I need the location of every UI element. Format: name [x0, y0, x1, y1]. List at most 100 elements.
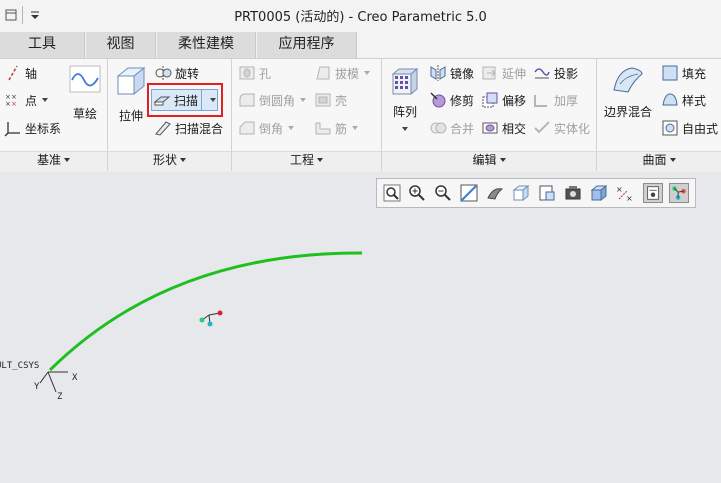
revolve-label: 旋转 [175, 66, 200, 81]
display-style-icon[interactable] [485, 183, 505, 203]
point-button[interactable]: × × × × 点 [4, 89, 49, 111]
axis-button[interactable]: 轴 [4, 62, 37, 84]
freestyle-button[interactable]: 自由式 [661, 117, 718, 139]
datum-group-label[interactable]: 基准 [0, 151, 107, 169]
graphics-area[interactable] [0, 210, 721, 483]
offset-button[interactable]: 偏移 [481, 89, 526, 111]
round-label: 倒圆角 [259, 93, 296, 108]
refit-icon[interactable] [382, 183, 402, 203]
pattern-button[interactable]: 阵列 [386, 66, 424, 134]
draft-button[interactable]: 拔模 [314, 62, 371, 84]
graphics-toolbar: × × [376, 178, 696, 208]
thicken-label: 加厚 [554, 93, 579, 108]
editing-group-label[interactable]: 编辑 [382, 151, 596, 169]
solidify-label: 实体化 [554, 121, 591, 136]
view-manager-icon[interactable] [537, 183, 557, 203]
ribbon-tabs: 工具 视图 柔性建模 应用程序 [0, 30, 721, 58]
svg-text:×: × [616, 185, 623, 194]
fill-button[interactable]: 填充 [661, 62, 706, 84]
section-view-icon[interactable] [589, 183, 609, 203]
solidify-icon [534, 121, 550, 134]
trim-icon [430, 92, 446, 108]
svg-text:×: × [11, 100, 17, 108]
mirror-label: 镜像 [450, 66, 475, 81]
pattern-icon [391, 67, 419, 96]
draft-icon [316, 66, 330, 80]
pattern-label: 阵列 [392, 105, 417, 119]
chevron-down-icon[interactable] [300, 98, 307, 102]
thicken-icon [534, 95, 547, 107]
point-label: 点 [25, 93, 38, 108]
style-label: 样式 [682, 93, 707, 108]
engineering-group-label[interactable]: 工程 [232, 151, 381, 169]
csys-z-label: Z [57, 392, 63, 402]
hole-button[interactable]: 孔 [238, 62, 271, 84]
zoom-out-icon[interactable] [433, 183, 453, 203]
chevron-down-icon[interactable] [364, 71, 371, 75]
spin-center-icon[interactable] [669, 183, 689, 203]
round-icon [239, 93, 255, 107]
coordinate-system-label: 坐标系 [25, 121, 62, 136]
rib-button[interactable]: 筋 [314, 117, 359, 139]
datum-display-filters-icon[interactable]: ×× [615, 183, 635, 203]
project-button[interactable]: 投影 [533, 62, 578, 84]
sweep-highlight-box [147, 83, 223, 117]
tab-flexible-modeling[interactable]: 柔性建模 [157, 32, 256, 58]
revolve-icon [155, 66, 172, 80]
zoom-in-icon[interactable] [407, 183, 427, 203]
swept-blend-button[interactable]: 扫描混合 [154, 117, 223, 139]
coordinate-system-button[interactable]: 坐标系 [4, 117, 61, 139]
tab-tools[interactable]: 工具 [0, 32, 85, 58]
extrude-button[interactable]: 拉伸 [113, 64, 149, 124]
merge-button[interactable]: 合并 [429, 117, 474, 139]
tab-view[interactable]: 视图 [86, 32, 156, 58]
shell-button[interactable]: 壳 [314, 89, 347, 111]
sketched-curve[interactable] [48, 251, 363, 372]
window-title: PRT0005 (活动的) - Creo Parametric 5.0 [234, 10, 487, 25]
shapes-group-label[interactable]: 形状 [108, 151, 231, 169]
thicken-button[interactable]: 加厚 [533, 89, 578, 111]
sketch-button[interactable]: 草绘 [66, 64, 104, 122]
project-icon [534, 68, 550, 79]
solidify-button[interactable]: 实体化 [533, 117, 590, 139]
boundary-blend-icon [613, 67, 643, 93]
default-coordinate-system [39, 371, 68, 393]
fill-icon [662, 65, 678, 81]
revolve-button[interactable]: 旋转 [154, 62, 199, 84]
surfaces-group-label[interactable]: 曲面 [597, 151, 721, 169]
spin-center-marker [199, 310, 223, 327]
chevron-down-icon[interactable] [402, 127, 408, 131]
swept-blend-label: 扫描混合 [175, 121, 224, 136]
chevron-down-icon[interactable] [352, 126, 359, 130]
tab-applications[interactable]: 应用程序 [257, 32, 357, 58]
freestyle-icon [662, 120, 678, 136]
freestyle-label: 自由式 [682, 121, 719, 136]
rib-icon [315, 122, 331, 135]
csys-name-label: ULT_CSYS [0, 361, 40, 371]
chamfer-button[interactable]: 倒角 [238, 117, 295, 139]
annotation-display-icon[interactable] [643, 183, 663, 203]
boundary-blend-button[interactable]: 边界混合 [602, 64, 654, 120]
saved-orientations-icon[interactable] [511, 183, 531, 203]
style-button[interactable]: 样式 [661, 89, 706, 111]
round-button[interactable]: 倒圆角 [238, 89, 307, 111]
extrude-icon [116, 66, 146, 96]
csys-x-label: X [72, 373, 78, 383]
style-icon [662, 93, 678, 106]
chevron-down-icon[interactable] [42, 98, 49, 102]
trim-button[interactable]: 修剪 [429, 89, 474, 111]
merge-label: 合并 [450, 121, 475, 136]
sketch-label: 草绘 [72, 107, 97, 121]
perspective-view-icon[interactable] [563, 183, 583, 203]
chevron-down-icon[interactable] [288, 126, 295, 130]
repaint-icon[interactable] [459, 183, 479, 203]
intersect-button[interactable]: 相交 [481, 117, 526, 139]
offset-label: 偏移 [502, 93, 527, 108]
rib-label: 筋 [335, 121, 348, 136]
mirror-button[interactable]: 镜像 [429, 62, 474, 84]
csys-y-label: Y [34, 382, 40, 392]
axis-icon [8, 65, 18, 81]
trim-label: 修剪 [450, 93, 475, 108]
chamfer-label: 倒角 [259, 121, 284, 136]
extend-button[interactable]: 延伸 [481, 62, 526, 84]
